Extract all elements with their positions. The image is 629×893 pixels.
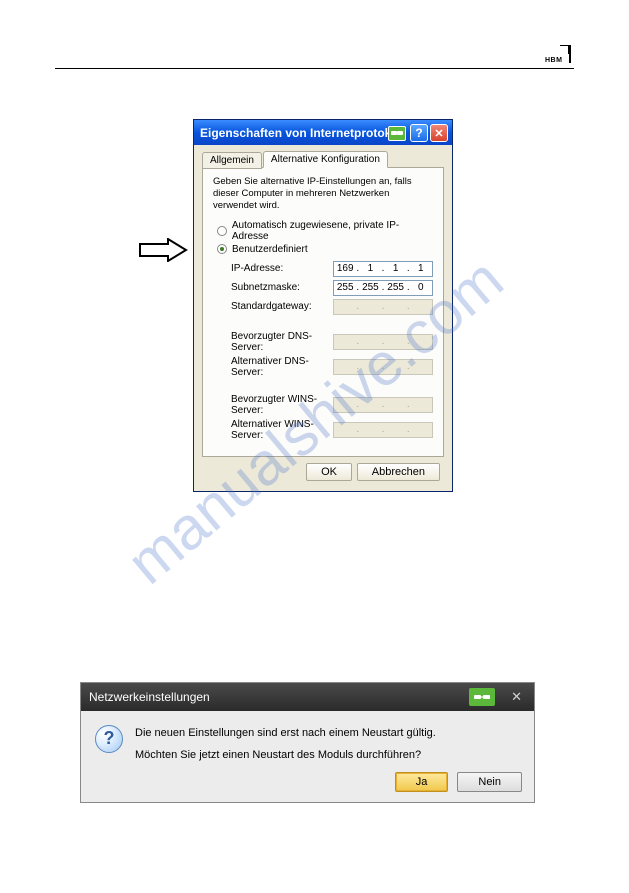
restart-dialog-frame: Netzwerkeinstellungen ✕ ? Die neuen Eins… (80, 682, 535, 803)
cancel-button[interactable]: Abbrechen (357, 463, 440, 481)
radio-icon (217, 226, 227, 236)
wins1-row: Bevorzugter WINS-Server: ... (231, 394, 433, 416)
dark-title: Netzwerkeinstellungen (89, 690, 469, 704)
dns1-row: Bevorzugter DNS-Server: ... (231, 331, 433, 353)
hbm-logo: HBM (543, 45, 571, 63)
radio-user[interactable]: Benutzerdefiniert (217, 244, 433, 255)
radio-auto[interactable]: Automatisch zugewiesene, private IP-Adre… (217, 220, 433, 242)
gateway-input[interactable]: ... (333, 299, 433, 315)
gateway-row: Standardgateway: ... (231, 299, 433, 315)
dns1-input[interactable]: ... (333, 334, 433, 350)
arrow-indicator (138, 238, 188, 262)
message-line2: Möchten Sie jetzt einen Neustart des Mod… (135, 747, 522, 764)
titlebar: Eigenschaften von Internetprotok ? ✕ (194, 120, 452, 145)
wins1-input[interactable]: ... (333, 397, 433, 413)
intro-text: Geben Sie alternative IP-Einstellungen a… (213, 176, 433, 212)
help-button[interactable]: ? (410, 124, 428, 142)
radio-icon-checked (217, 244, 227, 254)
no-button[interactable]: Nein (457, 772, 522, 792)
close-button[interactable]: ✕ (430, 124, 448, 142)
network-icon (469, 688, 495, 706)
ok-button[interactable]: OK (306, 463, 352, 481)
tab-alternative[interactable]: Alternative Konfiguration (263, 151, 388, 168)
dark-titlebar: Netzwerkeinstellungen ✕ (81, 683, 534, 711)
question-icon: ? (95, 725, 123, 753)
close-icon[interactable]: ✕ (507, 689, 526, 705)
wins2-input[interactable]: ... (333, 422, 433, 438)
tab-general[interactable]: Allgemein (202, 152, 262, 169)
dns2-input[interactable]: ... (333, 359, 433, 375)
wins2-row: Alternativer WINS-Server: ... (231, 419, 433, 441)
ip-address-row: IP-Adresse: 169. 1. 1. 1 (231, 261, 433, 277)
network-icon (388, 126, 406, 141)
message-line1: Die neuen Einstellungen sind erst nach e… (135, 725, 522, 742)
dialog-title: Eigenschaften von Internetprotok (200, 126, 388, 140)
subnet-input[interactable]: 255. 255. 255. 0 (333, 280, 433, 296)
header-rule (55, 68, 574, 69)
yes-button[interactable]: Ja (395, 772, 449, 792)
ip-properties-dialog: Eigenschaften von Internetprotok ? ✕ All… (193, 119, 453, 492)
subnet-row: Subnetzmaske: 255. 255. 255. 0 (231, 280, 433, 296)
ip-address-input[interactable]: 169. 1. 1. 1 (333, 261, 433, 277)
dns2-row: Alternativer DNS-Server: ... (231, 356, 433, 378)
